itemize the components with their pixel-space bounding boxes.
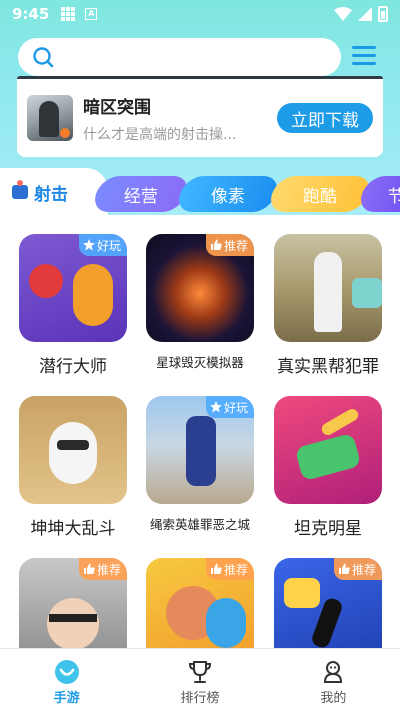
nav-label: 手游 xyxy=(53,691,80,706)
game-thumbnail[interactable]: 推荐 xyxy=(146,234,254,342)
nav-mobile-games[interactable]: 手游 xyxy=(0,649,133,711)
badge-label: 好玩 xyxy=(223,400,248,415)
game-thumbnail[interactable]: 好玩 xyxy=(146,396,254,504)
thumbs-up-icon xyxy=(210,239,222,250)
game-thumbnail[interactable]: 好玩 xyxy=(19,234,127,342)
nav-label: 排行榜 xyxy=(180,691,220,706)
game-thumbnail[interactable] xyxy=(19,396,127,504)
badge-label: 好玩 xyxy=(96,238,121,253)
star-icon xyxy=(82,239,95,251)
featured-game-banner[interactable]: 暗区突围 什么才是高端的射击操... 立即下载 xyxy=(17,79,383,157)
game-name: 坦克明星 xyxy=(294,519,362,539)
wifi-icon xyxy=(334,7,352,21)
thumbs-up-icon xyxy=(83,563,95,574)
signal-icon xyxy=(358,7,372,21)
grid-notification-icon xyxy=(61,7,76,21)
download-now-button[interactable]: 立即下载 xyxy=(277,103,373,133)
status-bar: 9:45 A xyxy=(0,0,400,28)
game-name: 真实黑帮犯罪 xyxy=(277,357,379,377)
badge-label: 推荐 xyxy=(351,562,376,577)
tab-parkour[interactable]: 跑酷 xyxy=(266,176,374,212)
game-thumbnail[interactable] xyxy=(274,396,382,504)
bottom-nav: 手游 排行榜 我的 xyxy=(0,648,400,711)
search-icon[interactable] xyxy=(32,46,54,68)
tab-label: 像素 xyxy=(211,186,245,207)
tab-pixel[interactable]: 像素 xyxy=(174,176,282,212)
mobile-games-icon xyxy=(54,659,80,685)
game-name: 坤坤大乱斗 xyxy=(30,519,116,539)
good-badge: 好玩 xyxy=(78,234,127,256)
game-name: 绳索英雄罪恶之城 xyxy=(149,517,250,532)
featured-game-icon[interactable] xyxy=(27,95,73,141)
thumbs-up-icon xyxy=(210,563,222,574)
category-tag-icon xyxy=(12,180,28,199)
recommend-badge: 推荐 xyxy=(78,558,127,580)
menu-icon[interactable] xyxy=(352,46,376,68)
game-name: 潜行大师 xyxy=(39,357,107,377)
status-time: 9:45 xyxy=(12,5,50,23)
tab-label: 跑酷 xyxy=(303,186,337,207)
nav-rankings[interactable]: 排行榜 xyxy=(133,649,266,711)
good-badge: 好玩 xyxy=(205,396,254,418)
recommend-badge: 推荐 xyxy=(205,234,254,256)
tab-label: 节 xyxy=(388,186,400,207)
game-card[interactable]: 推荐 星球毁灭模拟器 xyxy=(146,234,254,371)
search-bar[interactable] xyxy=(18,38,341,76)
featured-game-title: 暗区突围 xyxy=(83,97,151,118)
game-card[interactable]: 真实黑帮犯罪 xyxy=(274,234,382,377)
tab-management[interactable]: 经营 xyxy=(90,176,192,212)
badge-label: 推荐 xyxy=(223,562,248,577)
profile-icon xyxy=(320,659,346,685)
tab-shooting[interactable]: 射击 xyxy=(0,168,108,216)
game-card[interactable]: 坦克明星 xyxy=(274,396,382,539)
featured-game-subtitle: 什么才是高端的射击操... xyxy=(83,126,237,143)
battery-icon xyxy=(378,6,388,22)
badge-label: 推荐 xyxy=(96,562,121,577)
game-card[interactable]: 坤坤大乱斗 xyxy=(19,396,127,539)
game-card[interactable]: 好玩 绳索英雄罪恶之城 xyxy=(146,396,254,533)
recommend-badge: 推荐 xyxy=(333,558,382,580)
game-name: 星球毁灭模拟器 xyxy=(156,355,244,370)
tab-label: 经营 xyxy=(124,186,158,207)
nav-label: 我的 xyxy=(320,691,347,706)
nav-profile[interactable]: 我的 xyxy=(267,649,400,711)
badge-label: 推荐 xyxy=(223,238,248,253)
thumbs-up-icon xyxy=(338,563,350,574)
trophy-icon xyxy=(187,659,213,685)
game-thumbnail[interactable] xyxy=(274,234,382,342)
game-card[interactable]: 好玩 潜行大师 xyxy=(19,234,127,377)
star-icon xyxy=(209,401,222,413)
search-input[interactable] xyxy=(64,42,341,72)
tab-label: 射击 xyxy=(34,184,68,205)
a-notification-icon: A xyxy=(85,8,98,20)
recommend-badge: 推荐 xyxy=(205,558,254,580)
